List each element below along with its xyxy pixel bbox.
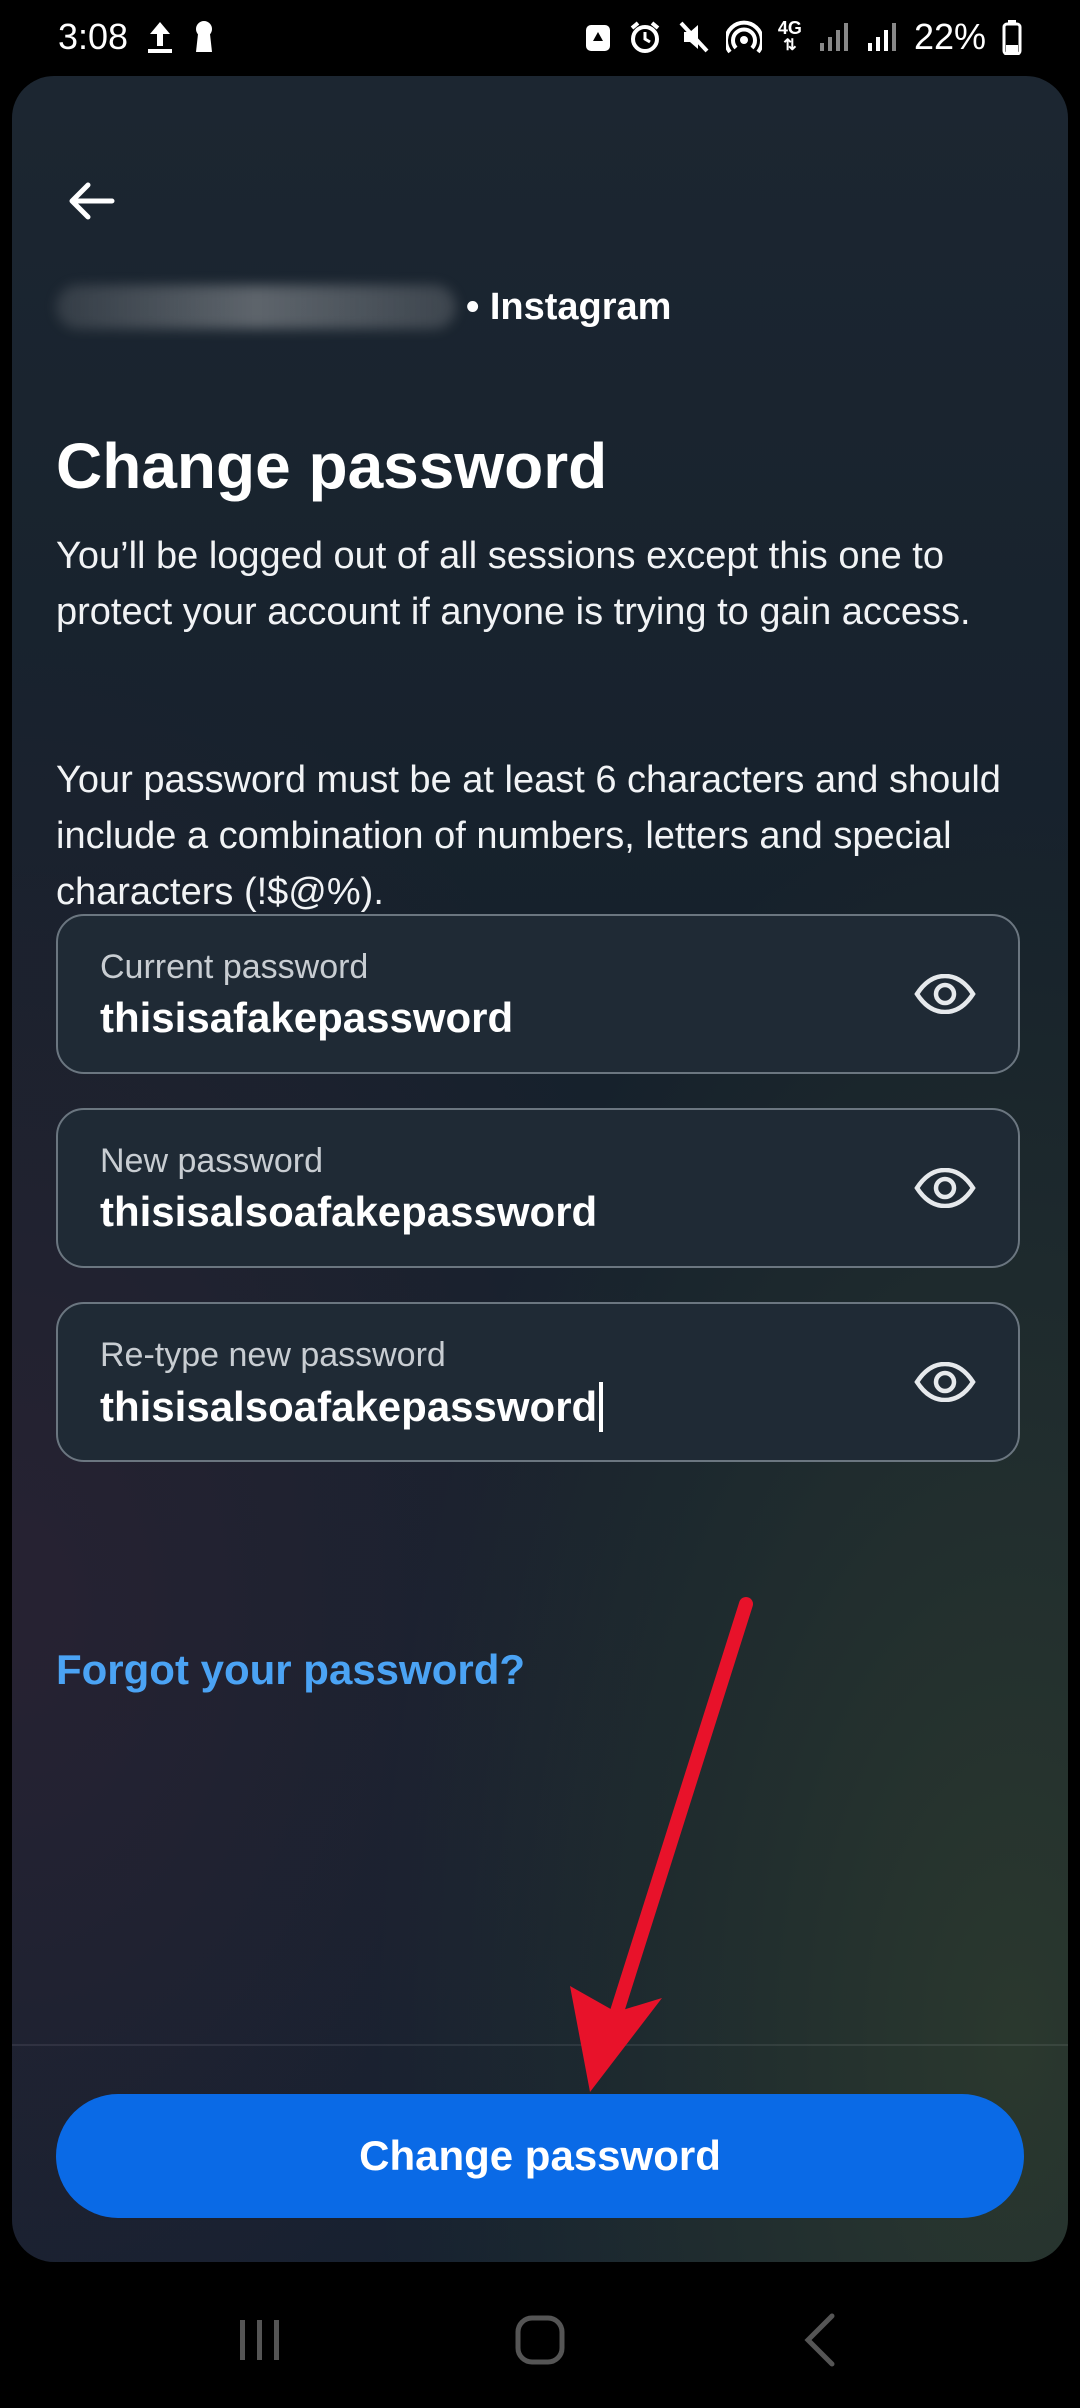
current-password-value[interactable]: thisisafakepassword <box>100 994 513 1042</box>
upload-icon <box>146 20 174 54</box>
status-right: 4G ⇅ 22% <box>584 16 1022 58</box>
battery-percent: 22% <box>913 16 986 57</box>
signal-icon <box>818 21 850 53</box>
password-requirements: Your password must be at least 6 charact… <box>56 759 1001 913</box>
alarm-icon <box>628 20 662 54</box>
bottom-divider <box>12 2044 1068 2046</box>
back-nav-button[interactable] <box>780 2300 860 2380</box>
new-password-value[interactable]: thisisalsoafakepassword <box>100 1188 597 1236</box>
show-new-password-button[interactable] <box>910 1158 980 1218</box>
eye-icon <box>914 974 976 1014</box>
eye-icon <box>914 1362 976 1402</box>
recent-apps-button[interactable] <box>220 2300 300 2380</box>
network-type-label: 4G <box>777 18 802 38</box>
new-password-field[interactable]: New password thisisalsoafakepassword <box>56 1108 1020 1268</box>
current-password-field[interactable]: Current password thisisafakepassword <box>56 914 1020 1074</box>
page-title: Change password <box>56 430 608 502</box>
forgot-password-link[interactable]: Forgot your password? <box>56 1646 525 1694</box>
new-password-label: New password <box>100 1142 323 1180</box>
retype-password-value-wrap[interactable]: thisisalsoafakepassword <box>100 1382 604 1432</box>
data-arrows-icon: ⇅ <box>783 37 797 54</box>
network-type: 4G ⇅ <box>778 19 802 55</box>
account-line: • Instagram <box>56 276 671 338</box>
eye-icon <box>914 1168 976 1208</box>
recycle-icon <box>584 21 612 53</box>
status-time: 3:08 <box>58 16 129 57</box>
show-current-password-button[interactable] <box>910 964 980 1024</box>
back-button[interactable] <box>56 166 126 236</box>
show-retype-password-button[interactable] <box>910 1352 980 1412</box>
retype-password-field[interactable]: Re-type new password thisisalsoafakepass… <box>56 1302 1020 1462</box>
retype-password-label: Re-type new password <box>100 1336 446 1374</box>
status-left: 3:08 <box>58 16 216 58</box>
battery-icon <box>1002 19 1022 55</box>
blurred-account-name <box>56 285 456 329</box>
navigation-bar <box>0 2272 1080 2408</box>
current-password-label: Current password <box>100 948 369 986</box>
home-icon <box>515 2315 565 2365</box>
change-password-sheet: • Instagram Change password You’ll be lo… <box>12 76 1068 2262</box>
signal-icon-2 <box>866 21 898 53</box>
status-bar: 3:08 4G ⇅ 22% <box>0 0 1080 74</box>
home-button[interactable] <box>500 2300 580 2380</box>
logout-notice: You’ll be logged out of all sessions exc… <box>56 535 971 633</box>
account-app-label: • Instagram <box>466 285 672 328</box>
mute-icon <box>678 20 710 54</box>
keyhole-icon <box>192 20 216 54</box>
retype-password-value: thisisalsoafakepassword <box>100 1383 598 1430</box>
text-cursor <box>599 1382 604 1432</box>
recent-apps-icon <box>240 2320 279 2360</box>
chevron-left-icon <box>804 2313 835 2367</box>
hotspot-icon <box>725 20 762 54</box>
back-arrow-icon <box>69 182 115 220</box>
change-password-button[interactable]: Change password <box>56 2094 1024 2218</box>
